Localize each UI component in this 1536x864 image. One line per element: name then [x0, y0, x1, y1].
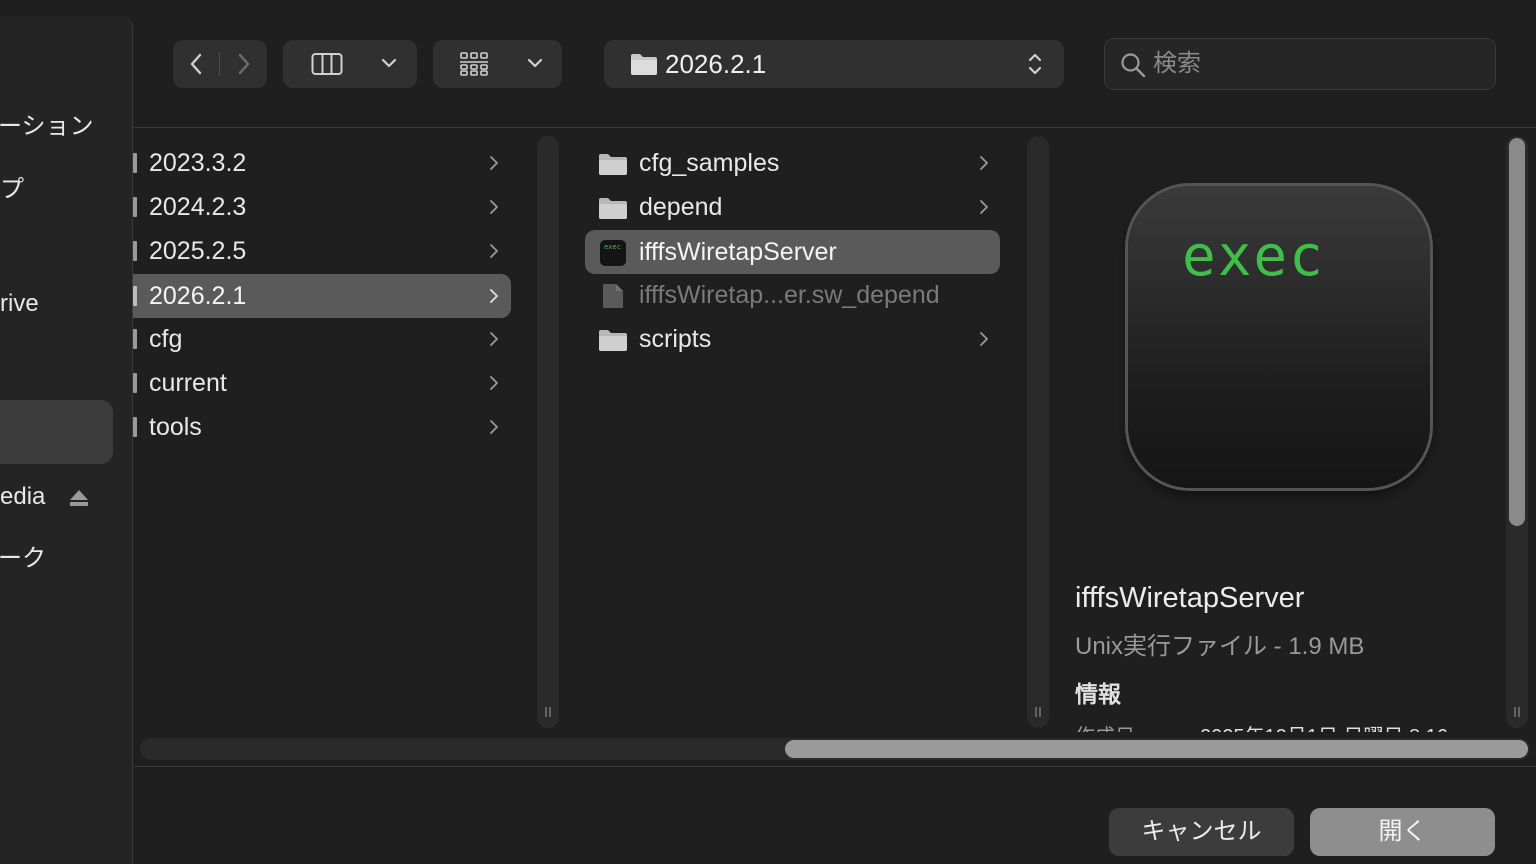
toolbar: 2026.2.1	[133, 0, 1536, 128]
folder-icon	[598, 196, 628, 220]
view-mode-button[interactable]	[283, 40, 417, 88]
list-item[interactable]: 2023.3.2	[133, 141, 523, 185]
resize-handle-icon[interactable]	[1513, 706, 1521, 718]
sidebar-item-applications[interactable]: ーション	[0, 112, 94, 142]
list-item[interactable]: 2024.2.3	[133, 185, 523, 229]
list-item: ifffsWiretap...er.sw_depend	[585, 273, 1000, 317]
folder-icon	[133, 417, 137, 437]
chevron-right-icon	[489, 244, 499, 258]
search-input[interactable]	[1153, 49, 1483, 79]
horizontal-scroll-thumb[interactable]	[785, 740, 1528, 758]
sidebar-item-network[interactable]: ーク	[0, 544, 46, 574]
eject-icon[interactable]	[69, 489, 89, 507]
resize-handle-icon[interactable]	[544, 706, 552, 718]
search-icon	[1120, 52, 1146, 78]
list-item[interactable]: cfg	[133, 317, 523, 361]
folder-icon	[598, 152, 628, 176]
list-item[interactable]: scripts	[585, 317, 1000, 361]
search-field[interactable]	[1104, 38, 1496, 90]
folder-icon	[629, 52, 659, 76]
grid-icon	[459, 51, 489, 77]
preview-created-label: 作成日	[1075, 720, 1135, 732]
path-popup[interactable]: 2026.2.1	[604, 40, 1064, 88]
chevron-right-icon	[489, 420, 499, 434]
preview-created-value: 2025年12月1日 日曜日 8:16	[1200, 720, 1448, 732]
exec-file-icon: exec	[599, 239, 627, 267]
preview-scrollbar[interactable]	[1506, 136, 1528, 728]
list-item[interactable]: 2025.2.5	[133, 229, 523, 273]
list-item[interactable]: cfg_samples	[585, 141, 1000, 185]
column-scrollbar[interactable]	[537, 136, 559, 728]
chevron-down-icon	[527, 57, 543, 69]
preview-scroll-thumb[interactable]	[1509, 138, 1525, 526]
column-scrollbar[interactable]	[1027, 136, 1049, 728]
exec-app-icon: exec	[1128, 186, 1430, 488]
chevron-right-icon	[489, 200, 499, 214]
folder-icon	[598, 328, 628, 352]
chevron-right-icon	[489, 376, 499, 390]
nav-buttons	[173, 40, 267, 88]
sidebar-item-media[interactable]: edia	[0, 482, 45, 512]
list-item-selected[interactable]: exec ifffsWiretapServer	[585, 230, 1000, 274]
list-item[interactable]: tools	[133, 405, 523, 449]
chevron-right-icon	[489, 332, 499, 346]
chevron-right-icon	[489, 156, 499, 170]
sidebar-item-drive[interactable]: rive	[0, 289, 39, 319]
list-item[interactable]: current	[133, 361, 523, 405]
chevron-right-icon	[979, 332, 989, 346]
list-item[interactable]: depend	[585, 185, 1000, 229]
sidebar-item-desktop[interactable]: プ	[0, 175, 24, 205]
preview-file-kind: Unix実行ファイル - 1.9 MB	[1075, 633, 1365, 660]
chevron-down-icon	[381, 57, 397, 69]
cancel-button[interactable]: キャンセル	[1109, 808, 1294, 856]
resize-handle-icon[interactable]	[1034, 706, 1042, 718]
column-versions: 2023.3.2 2024.2.3 2025.2.5 2026.2.1 cfg …	[133, 138, 523, 728]
up-down-chevron-icon	[1027, 51, 1043, 77]
preview-file-name: ifffsWiretapServer	[1075, 582, 1305, 614]
nav-separator	[219, 52, 220, 76]
chevron-right-icon	[979, 156, 989, 170]
list-item-selected[interactable]: 2026.2.1	[133, 274, 511, 318]
divider	[133, 766, 1536, 767]
preview-info-heading: 情報	[1075, 681, 1121, 707]
open-button[interactable]: 開く	[1310, 808, 1495, 856]
sidebar: ーション プ rive edia ーク	[0, 16, 133, 864]
horizontal-scrollbar[interactable]	[140, 738, 1530, 760]
path-label: 2026.2.1	[665, 49, 767, 79]
folder-icon	[133, 197, 137, 217]
chevron-right-icon	[979, 200, 989, 214]
folder-icon	[133, 373, 137, 393]
folder-icon	[133, 241, 137, 261]
forward-chevron-icon[interactable]	[235, 52, 253, 76]
column-contents: cfg_samples depend exec ifffsWiretapServ…	[580, 138, 1010, 728]
open-file-dialog: ーション プ rive edia ーク 2026.2.1 検索 2023.3.2…	[0, 0, 1536, 864]
folder-icon	[133, 153, 137, 173]
group-by-button[interactable]	[433, 40, 562, 88]
sidebar-selected-item[interactable]	[0, 400, 113, 464]
folder-icon	[133, 286, 137, 306]
columns-view-icon	[311, 52, 343, 76]
back-chevron-icon[interactable]	[187, 52, 205, 76]
chevron-right-icon	[489, 289, 499, 303]
document-icon	[601, 282, 625, 310]
preview-pane: exec ifffsWiretapServer Unix実行ファイル - 1.9…	[1050, 130, 1506, 732]
folder-icon	[133, 329, 137, 349]
